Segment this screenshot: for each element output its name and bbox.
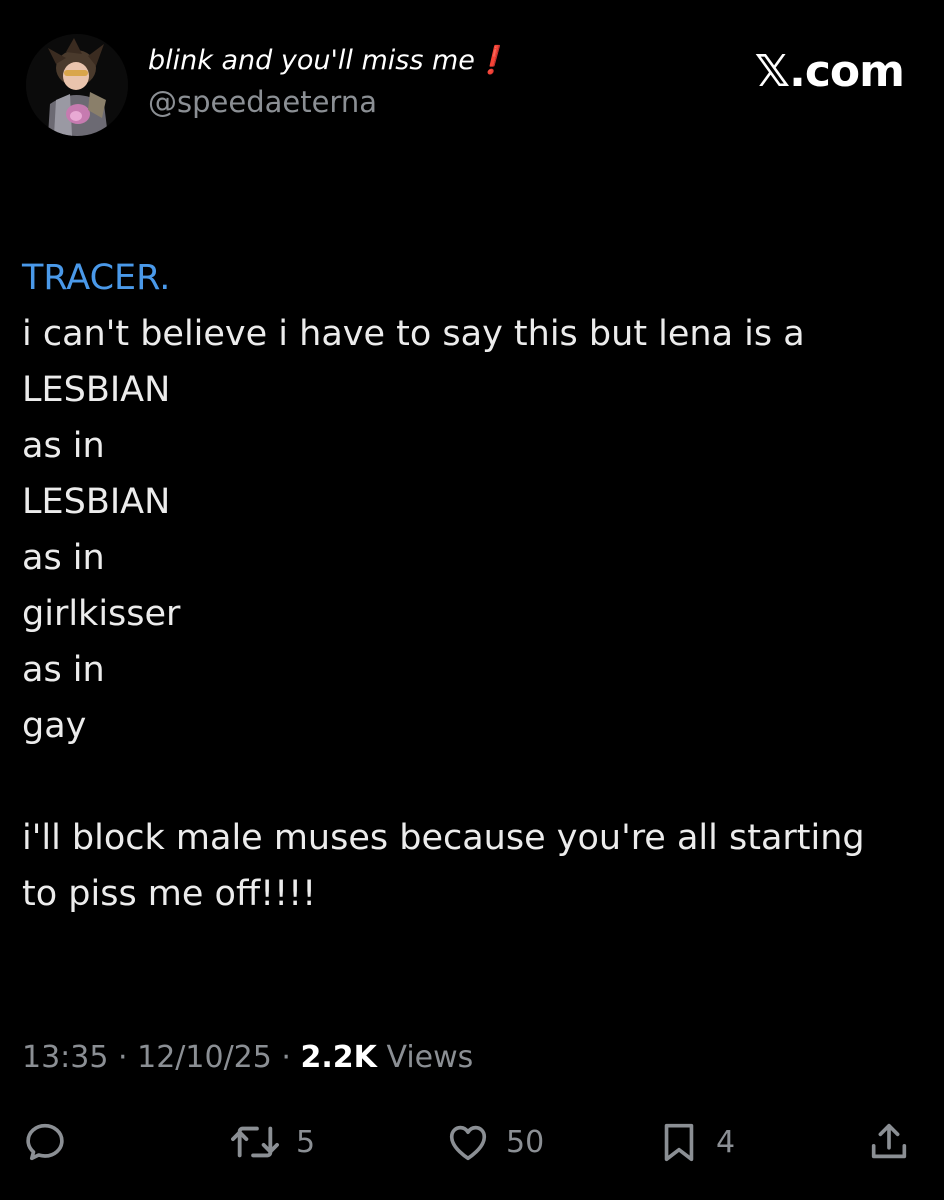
tweet-text: TRACER. i can't believe i have to say th…: [22, 250, 922, 922]
repost-button[interactable]: 5: [228, 1110, 315, 1174]
views-count: 2.2K: [300, 1040, 377, 1075]
share-icon: [871, 1123, 907, 1159]
views-label: Views: [386, 1040, 474, 1075]
share-button[interactable]: [866, 1110, 912, 1174]
heart-icon: [449, 1125, 487, 1161]
avatar-icon: [26, 34, 128, 136]
tweet-line: as in: [22, 426, 105, 466]
meta-separator: ·: [281, 1040, 291, 1075]
like-count: 50: [506, 1124, 545, 1160]
avatar[interactable]: [26, 34, 128, 136]
tweet-line: as in: [22, 650, 105, 690]
tweet-line-mention[interactable]: TRACER.: [22, 250, 922, 306]
repost-icon: [231, 1126, 279, 1158]
display-name[interactable]: blink and you'll miss me❗: [148, 44, 509, 76]
user-handle[interactable]: @speedaeterna: [148, 85, 377, 119]
bookmark-count: 4: [716, 1124, 736, 1160]
tweet-line: LESBIAN: [22, 482, 171, 522]
repost-count: 5: [296, 1124, 316, 1160]
tweet-meta: 13:35 · 12/10/25 · 2.2K Views: [22, 1040, 473, 1075]
reply-button[interactable]: [22, 1110, 68, 1174]
site-watermark: 𝕏.com: [754, 46, 905, 97]
tweet-line: i can't believe i have to say this but l…: [22, 314, 805, 354]
tweet-line: as in: [22, 538, 105, 578]
bookmark-button[interactable]: 4: [656, 1110, 735, 1174]
tweet-line: i'll block male muses because you're all…: [22, 818, 865, 858]
tweet-action-bar: 5 50 4: [0, 1110, 944, 1174]
tweet-line: to piss me off!!!!: [22, 874, 317, 914]
tweet-line: girlkisser: [22, 594, 181, 634]
tweet-date[interactable]: 12/10/25: [137, 1040, 272, 1075]
tweet-line: LESBIAN: [22, 370, 171, 410]
tweet-line: gay: [22, 706, 87, 746]
meta-separator: ·: [118, 1040, 128, 1075]
reply-icon: [26, 1123, 64, 1161]
like-button[interactable]: 50: [444, 1110, 544, 1174]
tweet-time[interactable]: 13:35: [22, 1040, 108, 1075]
bookmark-icon: [664, 1123, 694, 1162]
